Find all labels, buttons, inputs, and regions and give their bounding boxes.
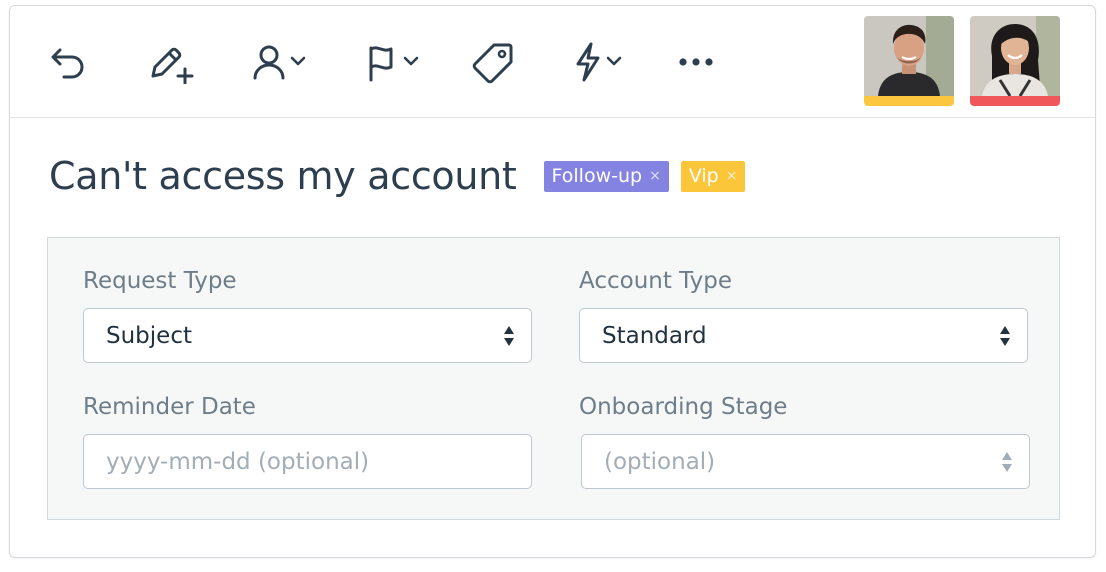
tag-label: Follow-up [551, 165, 643, 187]
macro-button[interactable] [572, 40, 624, 84]
avatar-photo-male [864, 16, 954, 96]
assign-button[interactable] [250, 40, 308, 84]
account-type-value: Standard [602, 322, 707, 349]
tag-follow-up: Follow-up × [543, 160, 669, 192]
lightning-icon [576, 42, 600, 82]
tag-label: Vip [688, 165, 719, 187]
edit-add-icon [151, 47, 194, 84]
tag-vip: Vip × [680, 160, 746, 192]
select-arrows-icon [1002, 451, 1012, 472]
toolbar [10, 6, 1095, 118]
flag-button[interactable] [365, 40, 421, 84]
chevron-down-icon [403, 56, 419, 66]
more-button[interactable] [676, 40, 716, 84]
flag-icon [369, 46, 393, 82]
assign-user-icon [253, 45, 285, 80]
reminder-date-placeholder: yyyy-mm-dd (optional) [106, 448, 370, 475]
onboarding-stage-label: Onboarding Stage [579, 394, 788, 420]
ticket-card: Can't access my account Follow-up × Vip … [9, 5, 1096, 558]
avatar-photo-female [970, 16, 1060, 96]
page-title: Can't access my account [49, 154, 517, 198]
ticket-header: Can't access my account Follow-up × Vip … [49, 146, 746, 206]
onboarding-stage-select[interactable]: (optional) [581, 434, 1030, 489]
select-arrows-icon [1000, 325, 1010, 346]
chevron-down-icon [606, 56, 622, 66]
more-icon [679, 58, 713, 66]
select-arrows-icon [504, 325, 514, 346]
request-type-select[interactable]: Subject [83, 308, 532, 363]
status-bar [970, 96, 1060, 106]
tag-button[interactable] [472, 40, 516, 84]
account-type-label: Account Type [579, 268, 733, 294]
account-type-select[interactable]: Standard [579, 308, 1028, 363]
request-type-label: Request Type [83, 268, 237, 294]
undo-icon [51, 48, 84, 79]
avatar[interactable] [970, 16, 1060, 106]
tag-icon [472, 43, 513, 84]
onboarding-stage-placeholder: (optional) [604, 448, 716, 475]
chevron-down-icon [290, 56, 306, 66]
edit-add-button[interactable] [147, 40, 197, 84]
reminder-date-input[interactable]: yyyy-mm-dd (optional) [83, 434, 532, 489]
tag-remove-icon[interactable]: × [726, 168, 738, 184]
avatar[interactable] [864, 16, 954, 106]
tag-remove-icon[interactable]: × [649, 168, 661, 184]
ticket-fields-panel: Request Type Subject Account Type Standa… [47, 237, 1060, 520]
status-bar [864, 96, 954, 106]
reminder-date-label: Reminder Date [83, 394, 256, 420]
undo-button[interactable] [46, 40, 90, 84]
request-type-value: Subject [106, 322, 192, 349]
